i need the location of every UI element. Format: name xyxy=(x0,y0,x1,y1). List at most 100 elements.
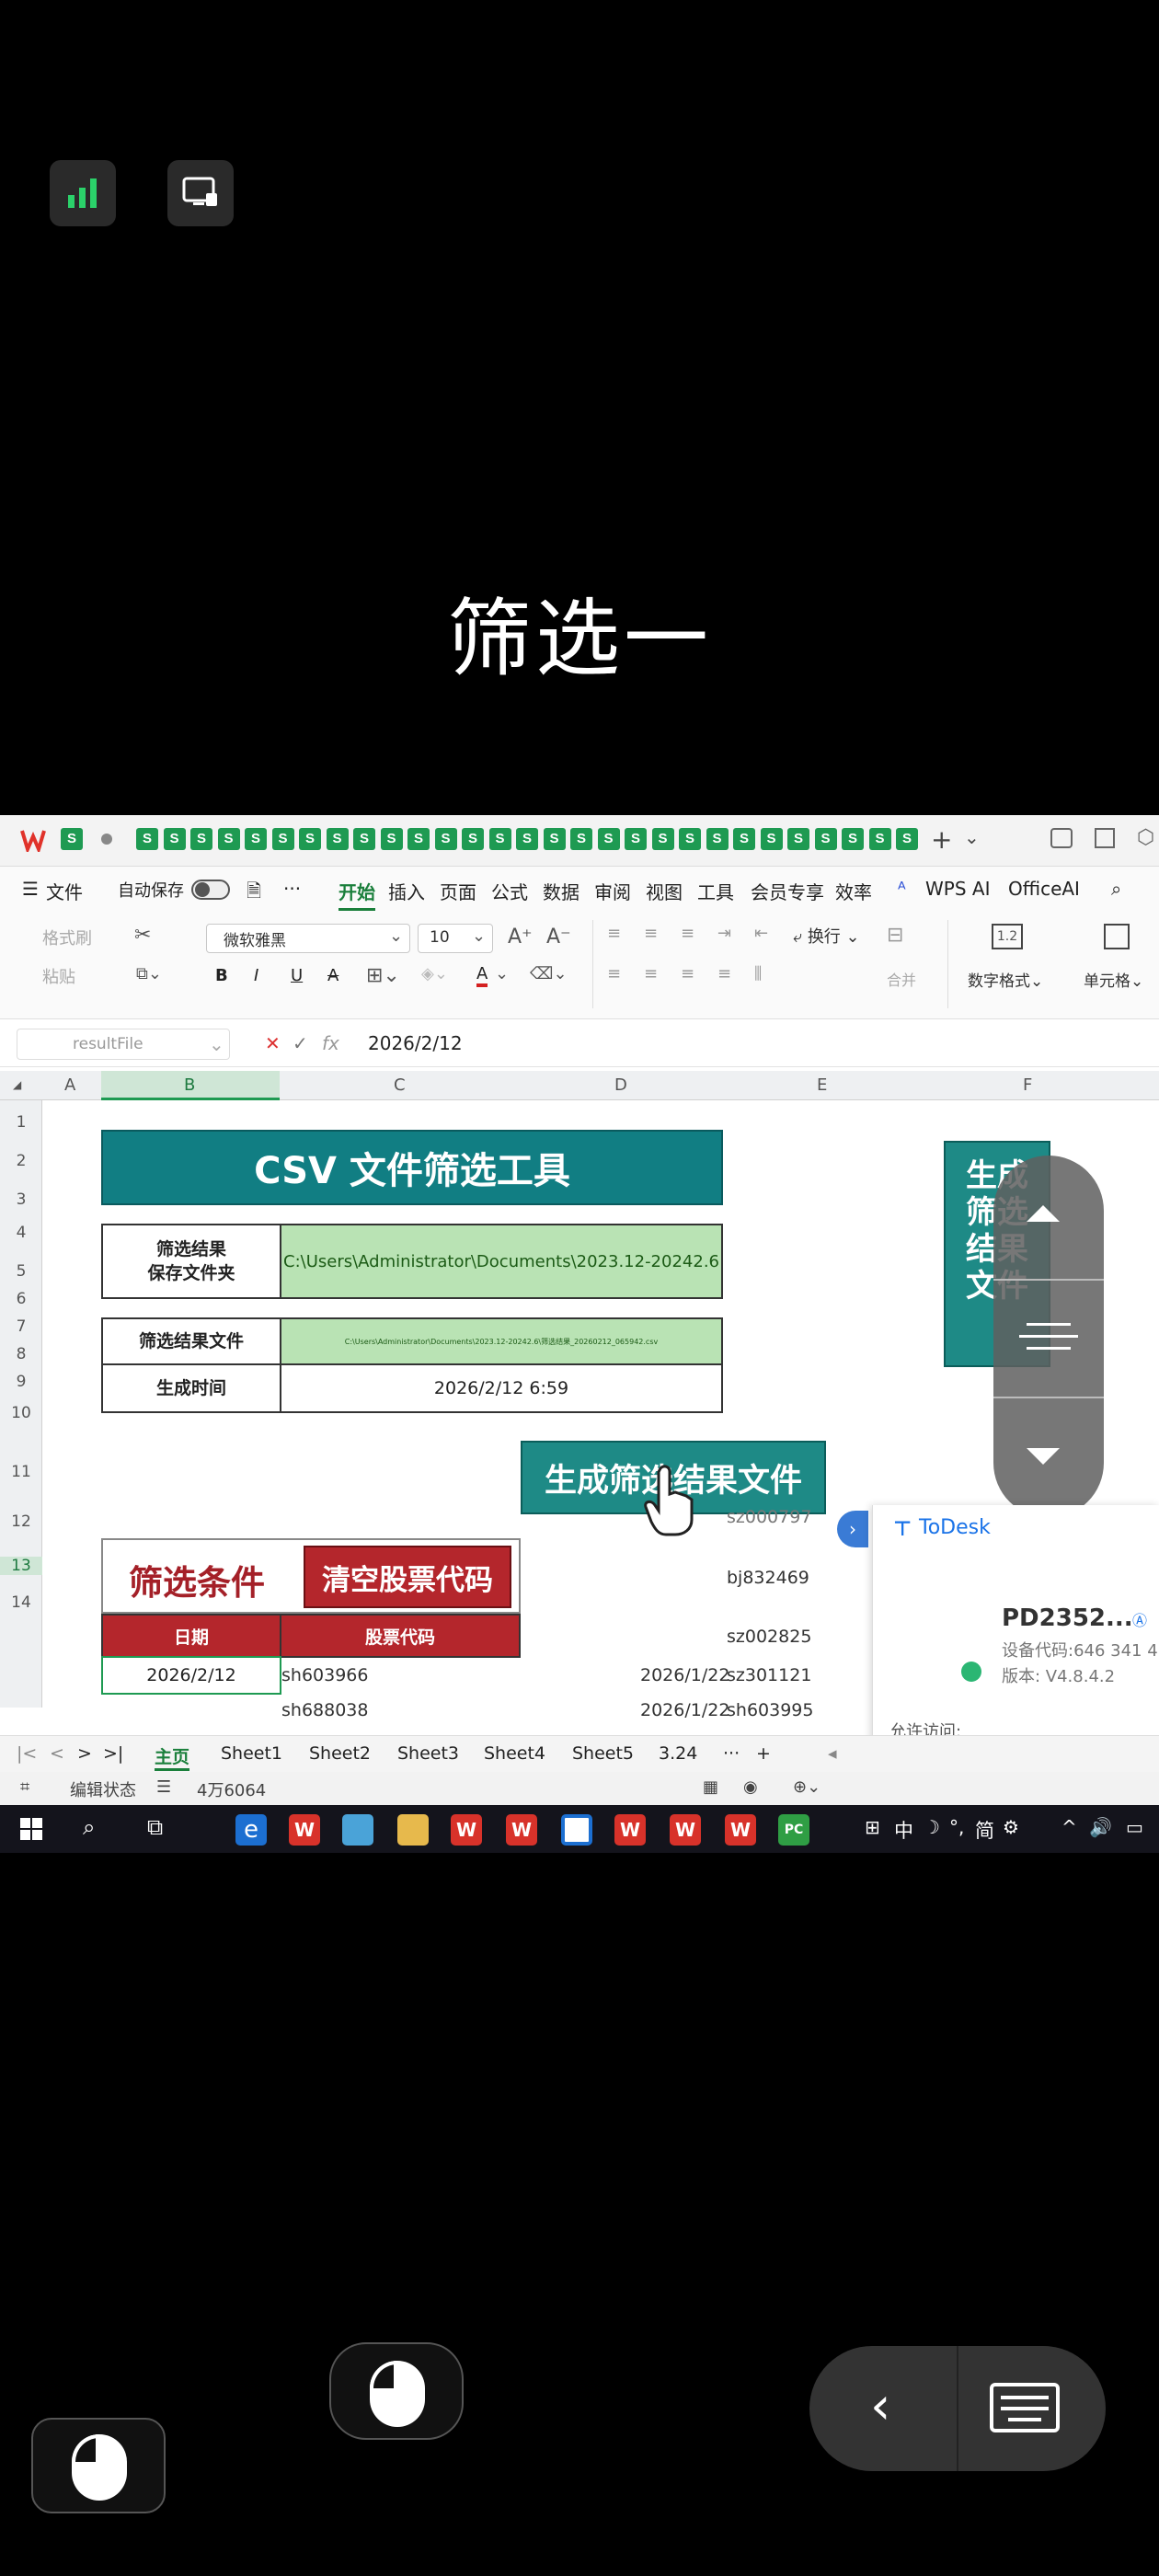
col-header-e[interactable]: E xyxy=(817,1075,827,1095)
merge-icon[interactable]: ⊟ xyxy=(887,924,903,947)
document-tab[interactable]: S xyxy=(842,828,864,850)
ime-mode[interactable]: 简 xyxy=(975,1816,994,1844)
menu-item[interactable]: 公式 xyxy=(491,878,528,904)
cancel-edit-icon[interactable]: ✕ xyxy=(265,1032,281,1054)
document-tab[interactable]: S xyxy=(760,828,783,850)
scissors-icon[interactable]: ✂ xyxy=(134,924,151,947)
todesk-icon[interactable] xyxy=(561,1814,592,1846)
menu-item[interactable]: 开始 xyxy=(339,878,375,911)
clear-format-icon[interactable]: ⌫⌄ xyxy=(530,964,568,983)
new-tab-icon[interactable]: + xyxy=(931,824,952,855)
document-tab[interactable]: S xyxy=(868,828,891,850)
sheet-tab[interactable]: Sheet5 xyxy=(572,1743,634,1764)
search-icon[interactable]: ⌕ xyxy=(83,1814,95,1840)
function-icon[interactable]: fx xyxy=(322,1032,339,1054)
ime-lang[interactable]: 中 xyxy=(894,1816,913,1844)
shrink-font-icon[interactable]: A⁻ xyxy=(546,926,571,949)
row-header-cell[interactable]: 3 xyxy=(0,1190,42,1209)
document-tab[interactable]: S xyxy=(625,828,647,850)
menu-item[interactable]: 页面 xyxy=(440,878,476,904)
document-tab[interactable]: S xyxy=(217,828,240,850)
row-header-cell[interactable]: 2 xyxy=(0,1152,42,1170)
document-tab[interactable]: S xyxy=(733,828,755,850)
date-cell[interactable]: 2026/1/22 xyxy=(640,1665,729,1685)
app-icon[interactable] xyxy=(342,1814,373,1846)
search-icon[interactable]: ⌕ xyxy=(1111,878,1121,900)
document-tab[interactable]: S xyxy=(651,828,674,850)
wps-icon[interactable]: W xyxy=(289,1814,320,1846)
sheet-tab[interactable]: + xyxy=(756,1743,771,1764)
menu-item[interactable]: 审阅 xyxy=(594,878,631,904)
first-sheet-icon[interactable]: |< xyxy=(17,1743,37,1764)
eye-icon[interactable]: ◉ xyxy=(743,1777,758,1797)
row-header-cell[interactable]: 6 xyxy=(0,1290,42,1308)
menu-file[interactable]: 文件 xyxy=(46,878,83,904)
row-header-cell[interactable]: 11 xyxy=(0,1463,42,1481)
document-tab[interactable]: S xyxy=(679,828,701,850)
keyboard-icon[interactable] xyxy=(990,2383,1060,2432)
wps-icon[interactable]: W xyxy=(506,1814,537,1846)
paste-button[interactable]: 粘贴 xyxy=(42,964,75,988)
distribute-icon[interactable]: ⫼ xyxy=(754,964,762,983)
clear-codes-button[interactable]: 清空股票代码 xyxy=(304,1546,511,1608)
font-color-button[interactable]: A xyxy=(476,964,488,987)
next-sheet-icon[interactable]: > xyxy=(77,1743,92,1764)
date-cell[interactable]: 2026/1/22 xyxy=(640,1700,729,1720)
document-tab[interactable]: S xyxy=(597,828,620,850)
cube-icon[interactable]: ⬡ xyxy=(1137,826,1154,849)
save-folder-value[interactable]: C:\Users\Administrator\Documents\2023.12… xyxy=(280,1224,723,1299)
document-tab[interactable]: S xyxy=(190,828,212,850)
volume-icon[interactable]: 🔊 xyxy=(1089,1816,1112,1838)
formula-input[interactable]: 2026/2/12 xyxy=(368,1032,463,1054)
menu-item[interactable]: 插入 xyxy=(388,878,425,904)
result-file-value[interactable]: C:\Users\Administrator\Documents\2023.12… xyxy=(280,1317,723,1365)
date-input-cell[interactable]: 2026/2/12 xyxy=(101,1656,281,1695)
col-header-b[interactable]: B xyxy=(184,1075,195,1095)
row-header-cell[interactable]: 12 xyxy=(0,1512,42,1531)
code-cell[interactable]: sh603995 xyxy=(727,1700,813,1720)
row-header-cell[interactable]: 9 xyxy=(0,1373,42,1391)
cell-button[interactable]: 单元格⌄ xyxy=(1084,968,1143,991)
moon-icon[interactable]: ☽ xyxy=(924,1816,940,1838)
screenshot-icon[interactable] xyxy=(1050,828,1073,848)
select-all-icon[interactable]: ◢ xyxy=(13,1078,21,1091)
mouse-mode-button[interactable] xyxy=(329,2342,464,2440)
ie-browser-icon[interactable]: e xyxy=(235,1814,267,1846)
wps-icon[interactable]: W xyxy=(725,1814,756,1846)
document-tab[interactable]: S xyxy=(570,828,592,850)
align-top-icon[interactable]: ≡ xyxy=(607,924,621,943)
layout-view-icon[interactable]: ▦ xyxy=(703,1777,718,1797)
number-format-button[interactable]: 数字格式⌄ xyxy=(968,968,1043,991)
col-header-f[interactable]: F xyxy=(1023,1075,1032,1095)
wps-icon[interactable]: W xyxy=(451,1814,482,1846)
menu-lines-icon[interactable] xyxy=(1019,1314,1078,1369)
row-header-cell[interactable]: 13 xyxy=(0,1557,42,1575)
row-header-cell[interactable]: 4 xyxy=(0,1224,42,1242)
fill-color-icon[interactable]: ◈⌄ xyxy=(421,964,448,983)
document-tab[interactable]: S xyxy=(299,828,321,850)
document-tab[interactable]: S xyxy=(814,828,837,850)
wrap-text-button[interactable]: ⤶ 换行 ⌄ xyxy=(793,924,860,948)
sheet-tab[interactable]: Sheet1 xyxy=(221,1743,282,1764)
document-tab[interactable]: S xyxy=(353,828,375,850)
menu-wps-ai[interactable]: WPS AI xyxy=(925,878,990,900)
copy-icon[interactable]: ⧉⌄ xyxy=(136,964,162,983)
signal-bars-icon[interactable] xyxy=(50,160,116,226)
scroll-left-icon[interactable]: ◂ xyxy=(828,1743,837,1764)
row-header-cell[interactable]: 14 xyxy=(0,1593,42,1612)
remote-screen[interactable]: SSSSSSSSSSSSSSSSSSSSSSSSSSSSSS + ⌄ ⬡ ☰ 文… xyxy=(0,815,1159,1853)
document-tab[interactable]: S xyxy=(245,828,267,850)
wps-logo-icon[interactable] xyxy=(20,828,46,855)
menu-office-ai[interactable]: OfficeAI xyxy=(1008,878,1080,900)
sheet-tab[interactable]: ··· xyxy=(723,1743,740,1764)
macro-icon[interactable]: ⌗ xyxy=(20,1777,29,1797)
merge-button[interactable]: 合并 xyxy=(887,968,916,990)
document-tab[interactable]: S xyxy=(326,828,349,850)
row-header-cell[interactable]: 1 xyxy=(0,1113,42,1132)
document-tab[interactable]: S xyxy=(271,828,294,850)
number-format-icon[interactable]: 1.2 xyxy=(992,924,1023,949)
bold-button[interactable]: B xyxy=(215,966,228,985)
task-view-icon[interactable]: ⧉ xyxy=(147,1814,163,1840)
cell-format-icon[interactable] xyxy=(1104,924,1130,949)
align-bottom-icon[interactable]: ≡ xyxy=(681,924,694,943)
